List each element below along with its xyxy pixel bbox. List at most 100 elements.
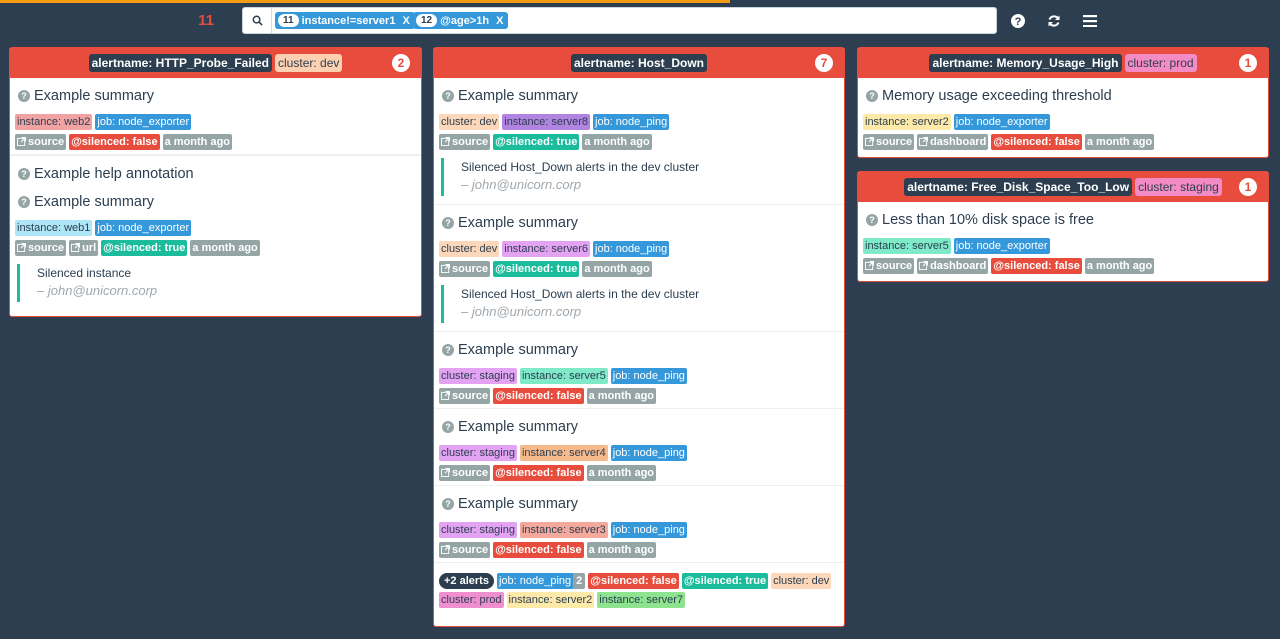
silenced-status[interactable]: @silenced: false <box>69 134 160 150</box>
label-instance[interactable]: instance: server5 <box>863 238 951 254</box>
external-link-icon <box>865 137 874 146</box>
help-icon[interactable]: ? <box>1010 13 1026 29</box>
remove-filter-icon[interactable]: X <box>402 15 409 27</box>
source-link[interactable]: source <box>439 261 491 277</box>
search-icon[interactable] <box>243 8 272 33</box>
label-instance[interactable]: instance: server3 <box>519 522 608 538</box>
label-instance[interactable]: instance: server2 <box>863 114 951 130</box>
label-instance[interactable]: instance: server7 <box>597 592 686 608</box>
label-cluster[interactable]: cluster: staging <box>439 368 517 384</box>
label-cluster[interactable]: cluster: dev <box>439 241 500 257</box>
alert-summary: Less than 10% disk space is free <box>882 212 1094 228</box>
label-cluster[interactable]: cluster: prod <box>439 592 504 608</box>
alert-summary: Example summary <box>34 194 155 210</box>
alert-count-badge: 1 <box>1239 54 1257 72</box>
label-job[interactable]: job: node_ping <box>610 368 687 384</box>
filter-chip[interactable]: 12 @age>1h X <box>413 12 509 29</box>
filter-chip[interactable]: 11 instance!=server1 X <box>275 12 415 29</box>
menu-icon[interactable] <box>1082 13 1098 29</box>
alert-summary: Example summary <box>458 342 579 358</box>
silenced-status[interactable]: @silenced: true <box>681 573 769 589</box>
source-link[interactable]: source <box>439 388 491 404</box>
alert-group-header: alertname: Free_Disk_Space_Too_Low clust… <box>858 172 1268 202</box>
top-navbar: 11 11 instance!=server1 X 12 @age>1h X ? <box>0 3 1280 43</box>
label-cluster[interactable]: cluster: dev <box>771 573 832 589</box>
dashboard-link[interactable]: dashboard <box>917 258 989 274</box>
alert-age: a month ago <box>582 261 652 277</box>
silence-info: Silenced instance – john@unicorn.corp <box>17 264 416 302</box>
silenced-status[interactable]: @silenced: false <box>588 573 679 589</box>
group-label[interactable]: cluster: prod <box>1124 54 1197 72</box>
label-instance[interactable]: instance: web2 <box>15 114 93 130</box>
question-icon: ? <box>442 217 454 229</box>
source-link[interactable]: source <box>15 134 67 150</box>
remove-filter-icon[interactable]: X <box>496 15 503 27</box>
alertname-label[interactable]: alertname: Memory_Usage_High <box>929 54 1122 72</box>
external-link-icon <box>441 468 450 477</box>
external-link-icon <box>17 137 26 146</box>
label-instance[interactable]: instance: server5 <box>519 368 608 384</box>
help-annotation: Example help annotation <box>34 166 194 182</box>
label-instance[interactable]: instance: server8 <box>502 114 591 130</box>
label-job[interactable]: job: node_ping <box>610 445 687 461</box>
external-link-icon <box>865 261 874 270</box>
external-link-icon <box>919 137 929 146</box>
label-cluster[interactable]: cluster: staging <box>439 522 517 538</box>
source-link[interactable]: source <box>439 542 491 558</box>
alertname-label[interactable]: alertname: Free_Disk_Space_Too_Low <box>904 178 1133 196</box>
shared-label-job[interactable]: job: node_ping 2 <box>496 573 586 589</box>
silenced-status[interactable]: @silenced: true <box>101 240 188 256</box>
alert-age: a month ago <box>586 542 657 558</box>
dashboard-link[interactable]: dashboard <box>917 134 989 150</box>
label-job[interactable]: job: node_exporter <box>953 114 1050 130</box>
alert-item: ? Memory usage exceeding threshold instan… <box>858 78 1268 154</box>
label-instance[interactable]: instance: server2 <box>506 592 595 608</box>
label-job[interactable]: job: node_ping <box>610 522 687 538</box>
alert-item: ? Example summary instance: web2 job: nod… <box>10 78 421 155</box>
source-link[interactable]: source <box>863 134 915 150</box>
alert-summary: Memory usage exceeding threshold <box>882 88 1112 104</box>
filter-input-bar[interactable]: 11 instance!=server1 X 12 @age>1h X <box>242 7 997 34</box>
alert-group-card: alertname: HTTP_Probe_Failed cluster: de… <box>9 47 422 317</box>
silenced-status[interactable]: @silenced: true <box>493 261 580 277</box>
refresh-icon[interactable] <box>1046 13 1062 29</box>
label-cluster[interactable]: cluster: staging <box>439 445 517 461</box>
label-instance[interactable]: instance: web1 <box>15 220 93 236</box>
silenced-status[interactable]: @silenced: false <box>493 388 584 404</box>
silenced-status[interactable]: @silenced: false <box>493 465 584 481</box>
source-link[interactable]: source <box>15 240 67 256</box>
alert-item: ? Example summary cluster: staging instan… <box>434 486 844 563</box>
group-label[interactable]: cluster: staging <box>1135 178 1222 196</box>
more-alerts-button[interactable]: +2 alerts <box>439 573 494 589</box>
label-cluster[interactable]: cluster: dev <box>439 114 500 130</box>
silenced-status[interactable]: @silenced: true <box>493 134 580 150</box>
silenced-status[interactable]: @silenced: false <box>991 258 1082 274</box>
label-job[interactable]: job: node_ping <box>593 114 670 130</box>
source-link[interactable]: source <box>439 465 491 481</box>
silence-author: – john@unicorn.corp <box>461 304 582 319</box>
alert-summary: Example summary <box>458 496 579 512</box>
source-link[interactable]: source <box>439 134 491 150</box>
silenced-status[interactable]: @silenced: false <box>991 134 1082 150</box>
label-instance[interactable]: instance: server4 <box>519 445 608 461</box>
alert-item: ? Example summary cluster: dev instance: … <box>434 78 844 205</box>
alert-age: a month ago <box>586 388 657 404</box>
label-job[interactable]: job: node_exporter <box>95 114 192 130</box>
label-job[interactable]: job: node_ping <box>593 241 670 257</box>
alert-count-badge: 7 <box>815 54 833 72</box>
silence-info: Silenced Host_Down alerts in the dev clu… <box>441 285 839 323</box>
silence-author: – john@unicorn.corp <box>461 177 582 192</box>
external-link-icon <box>71 243 81 252</box>
alert-group-header: alertname: Host_Down 7 <box>434 48 844 78</box>
label-instance[interactable]: instance: server6 <box>502 241 591 257</box>
url-link[interactable]: url <box>69 240 99 256</box>
alertname-label[interactable]: alertname: Host_Down <box>570 54 708 72</box>
label-job[interactable]: job: node_exporter <box>95 220 192 236</box>
label-job[interactable]: job: node_exporter <box>953 238 1050 254</box>
alert-age: a month ago <box>162 134 233 150</box>
group-label[interactable]: cluster: dev <box>275 54 343 72</box>
alert-age: a month ago <box>1084 134 1155 150</box>
alertname-label[interactable]: alertname: HTTP_Probe_Failed <box>88 54 273 72</box>
source-link[interactable]: source <box>863 258 915 274</box>
silenced-status[interactable]: @silenced: false <box>493 542 584 558</box>
